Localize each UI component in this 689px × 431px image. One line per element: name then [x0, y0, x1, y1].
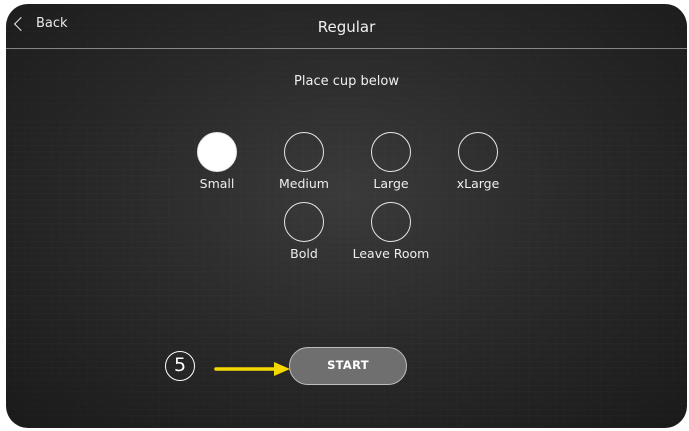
size-label-leave-room: Leave Room [352, 246, 430, 261]
page-title: Regular [317, 18, 376, 36]
size-label-small: Small [199, 176, 235, 191]
size-radio-large[interactable] [371, 132, 411, 172]
size-radio-medium[interactable] [284, 132, 324, 172]
size-label-medium: Medium [279, 176, 329, 191]
size-radio-xlarge[interactable] [458, 132, 498, 172]
size-option-xlarge[interactable]: xLarge [428, 132, 528, 191]
size-label-xlarge: xLarge [456, 176, 500, 191]
header-bar: Back Regular [6, 4, 687, 49]
size-option-bold[interactable]: Bold [254, 202, 354, 261]
arrow-right-icon [214, 362, 290, 376]
size-label-bold: Bold [290, 246, 318, 261]
size-radio-bold[interactable] [284, 202, 324, 242]
size-label-large: Large [373, 176, 409, 191]
instruction-text: Place cup below [294, 74, 399, 89]
size-option-leave-room[interactable]: Leave Room [341, 202, 441, 261]
step-number-badge: 5 [165, 351, 195, 381]
size-option-large[interactable]: Large [341, 132, 441, 191]
size-radio-small[interactable] [197, 132, 237, 172]
device-screen: Back Regular Place cup below Small Mediu… [6, 4, 687, 428]
size-option-medium[interactable]: Medium [254, 132, 354, 191]
start-button[interactable]: START [289, 347, 407, 385]
size-option-small[interactable]: Small [167, 132, 267, 191]
size-radio-leave-room[interactable] [371, 202, 411, 242]
